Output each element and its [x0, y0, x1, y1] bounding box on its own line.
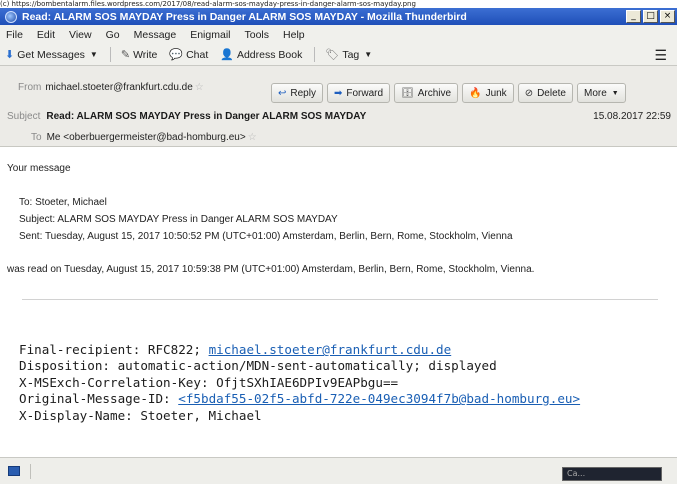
correlation-key-line: X-MSExch-Correlation-Key: OfjtSXhIAE6DPI… [19, 374, 399, 390]
minimize-button[interactable]: _ [626, 10, 641, 23]
header-action-buttons: ↩ Reply ➡ Forward 🗄 Archive 🔥 Junk ⊘ Del… [271, 83, 626, 103]
receipt-read-line: was read on Tuesday, August 15, 2017 10:… [7, 264, 535, 275]
divider [22, 299, 658, 300]
chat-label: Chat [186, 48, 209, 61]
menu-bar: File Edit View Go Message Enigmail Tools… [0, 25, 677, 44]
message-date: 15.08.2017 22:59 [593, 111, 671, 122]
write-button[interactable]: ✎ Write [120, 48, 158, 62]
from-label: From [18, 82, 42, 93]
disposition-line: Disposition: automatic-action/MDN-sent-a… [19, 358, 497, 374]
archive-button[interactable]: 🗄 Archive [394, 83, 459, 103]
chat-button[interactable]: 💬 Chat [169, 48, 209, 62]
menu-message[interactable]: Message [134, 29, 177, 41]
subject-label: Subject [7, 111, 41, 122]
receipt-subject-line: Subject: ALARM SOS MAYDAY Press in Dange… [19, 214, 338, 225]
person-icon: 👤 [220, 49, 234, 61]
status-separator [30, 464, 31, 479]
archive-label: Archive [417, 87, 452, 99]
star-icon[interactable]: ☆ [248, 132, 257, 143]
menu-file[interactable]: File [6, 29, 23, 41]
menu-view[interactable]: View [69, 29, 92, 41]
reply-arrow-icon: ↩ [278, 87, 287, 99]
more-button[interactable]: More ▼ [576, 83, 626, 103]
get-messages-label: Get Messages [17, 48, 85, 61]
close-button[interactable]: × [660, 10, 675, 23]
subject-value: Read: ALARM SOS MAYDAY Press in Danger A… [46, 111, 367, 122]
address-book-button[interactable]: 👤 Address Book [220, 48, 303, 62]
download-icon: ⬇ [5, 49, 15, 61]
to-label: To [31, 132, 42, 143]
pencil-icon: ✎ [120, 49, 131, 61]
window-controls: _ □ × [626, 10, 675, 23]
chevron-down-icon: ▼ [364, 50, 373, 59]
read-receipt-intro: Your message [7, 163, 71, 174]
tag-icon: 🏷 [325, 49, 340, 61]
no-entry-icon: ⊘ [524, 87, 534, 99]
write-label: Write [133, 48, 158, 61]
delete-label: Delete [537, 87, 566, 99]
maximize-button[interactable]: □ [643, 10, 658, 23]
archive-box-icon: 🗄 [401, 87, 414, 99]
from-address[interactable]: michael.stoeter@frankfurt.cdu.de [45, 82, 192, 93]
receipt-to-line: To: Stoeter, Michael [19, 197, 107, 208]
star-icon[interactable]: ☆ [195, 82, 204, 93]
toolbar-separator [109, 47, 111, 62]
chat-bubble-icon: 💬 [169, 49, 184, 61]
original-message-id-link[interactable]: <f5bdaf55-02f5-abfd-722e-049ec3094f7b@ba… [178, 391, 580, 406]
window-titlebar: Read: ALARM SOS MAYDAY Press in Danger A… [0, 8, 677, 25]
to-address[interactable]: Me <oberbuergermeister@bad-homburg.eu> [47, 132, 246, 143]
subject-row: Subject Read: ALARM SOS MAYDAY Press in … [7, 111, 677, 122]
menu-go[interactable]: Go [106, 29, 120, 41]
chevron-down-icon[interactable]: ▼ [90, 50, 98, 59]
receipt-sent-line: Sent: Tuesday, August 15, 2017 10:50:52 … [19, 231, 513, 242]
chevron-down-icon: ▼ [611, 89, 619, 97]
activity-icon[interactable] [8, 466, 20, 476]
tag-label: Tag [342, 48, 360, 61]
menu-enigmail[interactable]: Enigmail [190, 29, 230, 41]
image-source-strip: (c) https://bombentalarm.files.wordpress… [0, 0, 677, 8]
thunderbird-icon [5, 10, 17, 23]
menu-edit[interactable]: Edit [37, 29, 55, 41]
reply-label: Reply [290, 87, 316, 99]
forward-label: Forward [346, 87, 384, 99]
tag-button[interactable]: 🏷 Tag ▼ [325, 48, 373, 62]
junk-label: Junk [485, 87, 507, 99]
junk-button[interactable]: 🔥 Junk [462, 83, 514, 103]
menu-help[interactable]: Help [283, 29, 305, 41]
flame-icon: 🔥 [469, 87, 482, 99]
final-recipient-label: Final-recipient: RFC822; [19, 342, 209, 357]
menu-tools[interactable]: Tools [245, 29, 270, 41]
window-title: Read: ALARM SOS MAYDAY Press in Danger A… [22, 10, 467, 23]
get-messages-button[interactable]: ⬇ Get Messages ▼ [5, 48, 98, 62]
mdn-report: Final-recipient: RFC822; michael.stoeter… [19, 342, 580, 424]
delete-button[interactable]: ⊘ Delete [517, 83, 573, 103]
forward-button[interactable]: ➡ Forward [326, 83, 391, 103]
status-bar: Ca... [0, 457, 677, 484]
display-name-line: X-Display-Name: Stoeter, Michael [19, 407, 262, 423]
toolbar-separator [314, 47, 316, 62]
forward-arrow-icon: ➡ [333, 87, 343, 99]
reply-button[interactable]: ↩ Reply [271, 83, 323, 103]
address-book-label: Address Book [236, 48, 303, 61]
app-menu-icon[interactable]: ☰ [654, 47, 667, 64]
original-message-id-label: Original-Message-ID: [19, 391, 179, 407]
main-toolbar: ⬇ Get Messages ▼ ✎ Write 💬 Chat 👤 Addres… [0, 44, 677, 66]
to-row: To Me <oberbuergermeister@bad-homburg.eu… [31, 132, 677, 143]
message-header: From michael.stoeter@frankfurt.cdu.de ☆ … [0, 66, 677, 147]
message-body: Your message To: Stoeter, Michael Subjec… [0, 147, 677, 457]
more-label: More [583, 87, 607, 99]
status-indicator: Ca... [562, 467, 662, 481]
final-recipient-link[interactable]: michael.stoeter@frankfurt.cdu.de [209, 342, 452, 357]
